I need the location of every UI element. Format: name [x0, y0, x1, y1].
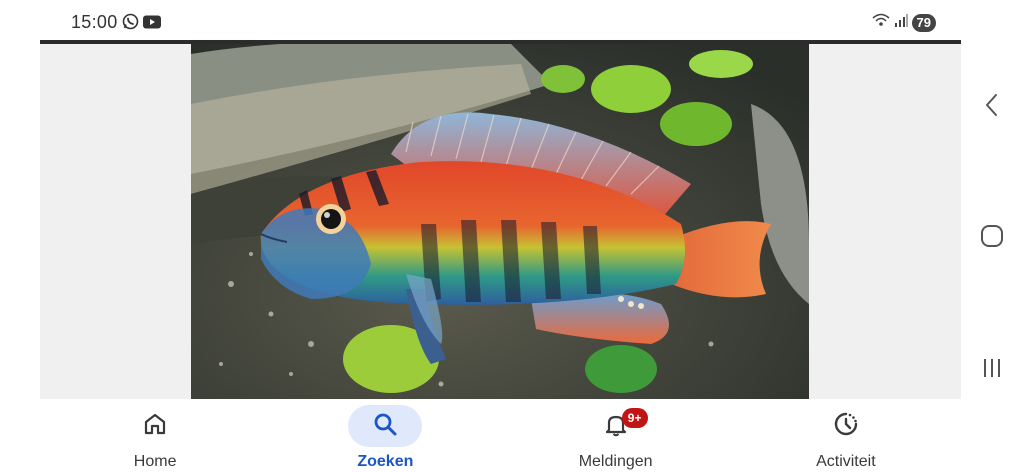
nav-search[interactable]: Zoeken: [270, 399, 500, 472]
system-recents-button[interactable]: [977, 355, 1007, 385]
system-nav-bar: [961, 40, 1024, 472]
home-icon: [142, 411, 168, 442]
whatsapp-icon: [122, 13, 139, 35]
status-bar: 15:00 79: [0, 0, 1024, 40]
nav-home-label: Home: [133, 453, 177, 470]
home-circle-icon: [980, 224, 1004, 253]
nav-notifications-label: Meldingen: [578, 453, 653, 470]
recents-icon: [980, 356, 1004, 385]
youtube-icon: [143, 15, 161, 34]
bottom-nav: Home Zoeken 9+ Meldingen Activiteit: [40, 399, 961, 472]
nav-activity-label: Activiteit: [816, 453, 876, 470]
nav-activity[interactable]: Activiteit: [731, 399, 961, 472]
fish-photo[interactable]: [191, 44, 809, 399]
signal-icon: [894, 13, 908, 32]
back-icon: [984, 93, 1000, 122]
nav-notifications[interactable]: 9+ Meldingen: [501, 399, 731, 472]
system-back-button[interactable]: [977, 92, 1007, 122]
system-home-button[interactable]: [977, 223, 1007, 253]
search-icon: [372, 411, 398, 442]
activity-icon: [832, 410, 860, 443]
active-tab-pill: [348, 405, 423, 447]
battery-indicator: 79: [911, 13, 936, 32]
wifi-icon: [872, 13, 890, 32]
nav-home[interactable]: Home: [40, 399, 270, 472]
nav-search-label: Zoeken: [357, 453, 414, 470]
notification-badge: 9+: [621, 408, 648, 428]
content-area: [40, 40, 961, 399]
status-time: 15:00: [71, 12, 118, 32]
